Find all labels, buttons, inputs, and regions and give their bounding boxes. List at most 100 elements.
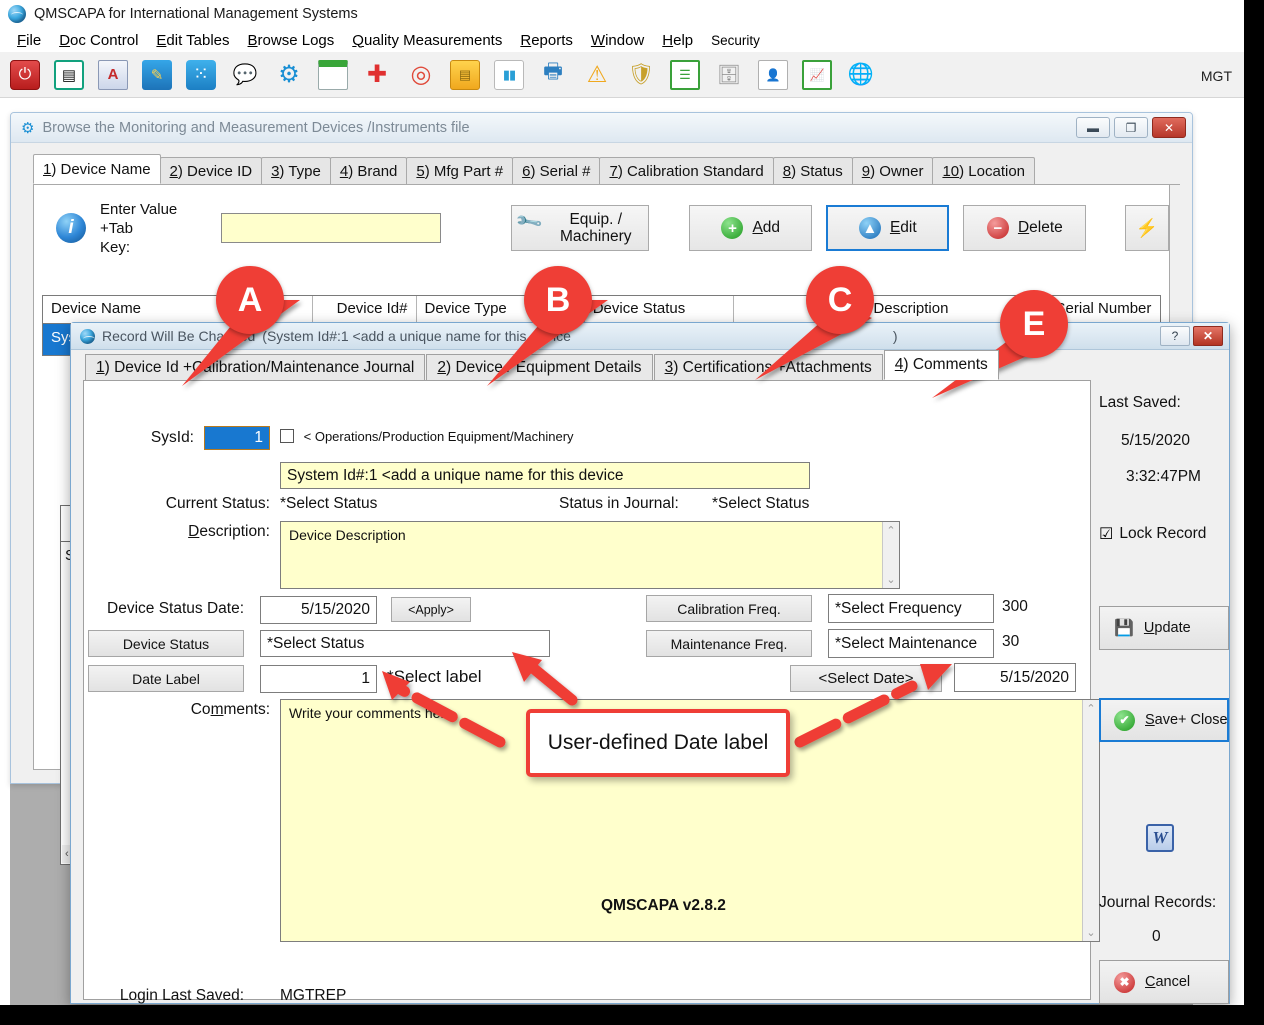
device-name-field[interactable]: System Id#:1 <add a unique name for this… [280, 462, 810, 489]
sysid-field[interactable]: 1 [204, 426, 270, 450]
description-textarea[interactable]: Device Description ⌃⌄ [280, 521, 900, 589]
dialog-body: 1) Device Id +Calibration/Maintenance Jo… [71, 350, 1229, 1003]
edit-button[interactable]: ▲ Edit [826, 205, 949, 251]
tab-brand[interactable]: 4) Brand [330, 157, 408, 184]
scroll-up-icon: ⌃ [1086, 702, 1095, 715]
description-scrollbar[interactable]: ⌃⌄ [882, 522, 899, 588]
address-book-icon[interactable] [450, 60, 480, 90]
lightning-icon: ⚡ [1136, 218, 1158, 239]
update-button[interactable]: 💾 Update [1099, 606, 1229, 650]
warning-icon[interactable] [582, 60, 612, 90]
menu-item-quality-measurements[interactable]: Quality Measurements [343, 32, 511, 49]
dialog-tab-device-equipment-details[interactable]: 2) Device / Equipment Details [426, 354, 652, 380]
chat-bubble-icon[interactable] [230, 60, 260, 90]
operations-equipment-checkbox-row[interactable]: < Operations/Production Equipment/Machin… [280, 429, 574, 444]
globe-icon [80, 329, 95, 344]
lightning-button[interactable]: ⚡ [1125, 205, 1169, 251]
search-label: Enter Value +Tab Key: [100, 200, 205, 257]
equip-label-line1: Equip. / [560, 211, 632, 228]
org-chart-icon[interactable] [186, 60, 216, 90]
calendar-icon[interactable] [318, 60, 348, 90]
tab-calibration-standard[interactable]: 7) Calibration Standard [599, 157, 773, 184]
tab-device-id[interactable]: 2) Device ID [160, 157, 263, 184]
date-label-number-field[interactable]: 1 [260, 665, 377, 693]
dialog-tab-certifications-attachments[interactable]: 3) Certifications +Attachments [654, 354, 883, 380]
lock-record-row[interactable]: ☑ Lock Record [1099, 524, 1206, 544]
grid-header-row: Device Name Device Id# Device Type Devic… [43, 296, 1160, 324]
browse-tabstrip: 1) Device Name 2) Device ID 3) Type 4) B… [33, 155, 1180, 185]
bar-chart-icon[interactable] [494, 60, 524, 90]
equipment-machinery-button[interactable]: 🔧 Equip. / Machinery [511, 205, 649, 251]
maintenance-freq-field[interactable]: *Select Maintenance [828, 629, 994, 658]
checklist-icon[interactable] [670, 60, 700, 90]
minimize-button[interactable]: ▬ [1076, 117, 1110, 138]
menu-item-security[interactable]: Security [702, 33, 769, 48]
checkbox-checked-icon[interactable]: ☑ [1099, 524, 1113, 544]
maximize-button[interactable]: ❐ [1114, 117, 1148, 138]
pdf-document-icon[interactable] [98, 60, 128, 90]
menu-item-edit-tables[interactable]: Edit Tables [147, 32, 238, 49]
word-export-icon[interactable]: W [1146, 824, 1174, 852]
equip-label-line2: Machinery [560, 228, 632, 245]
device-status-button[interactable]: Device Status [88, 630, 244, 657]
status-in-journal-label: Status in Journal: [559, 495, 679, 513]
device-status-field[interactable]: *Select Status [260, 630, 550, 657]
column-header-device-status[interactable]: Device Status [585, 296, 735, 323]
red-cross-icon[interactable] [362, 60, 392, 90]
save-close-button-label: Save+ Close [1145, 712, 1228, 728]
dialog-tab-comments[interactable]: 4) Comments [884, 350, 999, 380]
menu-item-reports[interactable]: Reports [511, 32, 582, 49]
dialog-tab-device-id-journal[interactable]: 1) Device Id +Calibration/Maintenance Jo… [85, 354, 425, 380]
calibration-freq-field[interactable]: *Select Frequency [828, 594, 994, 623]
search-input[interactable] [221, 213, 441, 243]
lock-record-label: Lock Record [1119, 525, 1206, 543]
dialog-close-button[interactable]: ✕ [1193, 326, 1223, 346]
menu-item-file[interactable]: File [8, 32, 50, 49]
tab-device-name[interactable]: 1) Device Name [33, 154, 161, 184]
shield-icon[interactable] [626, 60, 656, 90]
menu-item-doc-control[interactable]: Doc Control [50, 32, 147, 49]
power-icon[interactable] [10, 60, 40, 90]
minus-icon: − [987, 217, 1009, 239]
menu-item-window[interactable]: Window [582, 32, 653, 49]
status-in-journal-value: *Select Status [712, 495, 809, 513]
printer-icon[interactable] [538, 60, 568, 90]
notebook-pencil-icon[interactable] [142, 60, 172, 90]
select-date-field[interactable]: 5/15/2020 [954, 663, 1076, 692]
database-add-icon[interactable] [714, 60, 744, 90]
menu-item-help[interactable]: Help [653, 32, 702, 49]
tab-mfg-part[interactable]: 5) Mfg Part # [406, 157, 513, 184]
callout-marker-b: B [524, 266, 592, 334]
comments-label: Comments: [84, 701, 270, 719]
tab-type[interactable]: 3) Type [261, 157, 331, 184]
save-close-button[interactable]: ✔ Save+ Close [1099, 698, 1229, 742]
calibration-freq-button[interactable]: Calibration Freq. [646, 595, 812, 622]
tab-location[interactable]: 10) Location [932, 157, 1035, 184]
globe-search-icon[interactable] [846, 60, 876, 90]
lifebuoy-icon[interactable] [406, 60, 436, 90]
help-button[interactable]: ? [1160, 326, 1190, 346]
close-button[interactable]: ✕ [1152, 117, 1186, 138]
tab-status[interactable]: 8) Status [773, 157, 853, 184]
document-icon[interactable] [54, 60, 84, 90]
tab-owner[interactable]: 9) Owner [852, 157, 934, 184]
operations-equipment-checkbox[interactable] [280, 429, 294, 443]
trend-clipboard-icon[interactable] [802, 60, 832, 90]
comments-scrollbar[interactable]: ⌃⌄ [1082, 700, 1099, 941]
date-label-button[interactable]: Date Label [88, 665, 244, 692]
select-date-button[interactable]: <Select Date> [790, 665, 942, 692]
delete-button[interactable]: − Delete [963, 205, 1086, 251]
comments-value: Write your comments here. [289, 705, 457, 721]
device-status-date-field[interactable]: 5/15/2020 [260, 596, 377, 624]
menu-item-browse-logs[interactable]: Browse Logs [239, 32, 344, 49]
column-header-device-id[interactable]: Device Id# [313, 296, 416, 323]
add-button[interactable]: + Add [689, 205, 812, 251]
dialog-title-record: (System Id#:1 <add a unique name for thi… [262, 328, 571, 344]
gear-icon[interactable] [274, 60, 304, 90]
apply-button[interactable]: <Apply> [391, 597, 471, 622]
cancel-button[interactable]: ✖ Cancel [1099, 960, 1229, 1004]
id-card-icon[interactable] [758, 60, 788, 90]
callout-marker-e: E [1000, 290, 1068, 358]
tab-serial[interactable]: 6) Serial # [512, 157, 600, 184]
maintenance-freq-button[interactable]: Maintenance Freq. [646, 630, 812, 657]
